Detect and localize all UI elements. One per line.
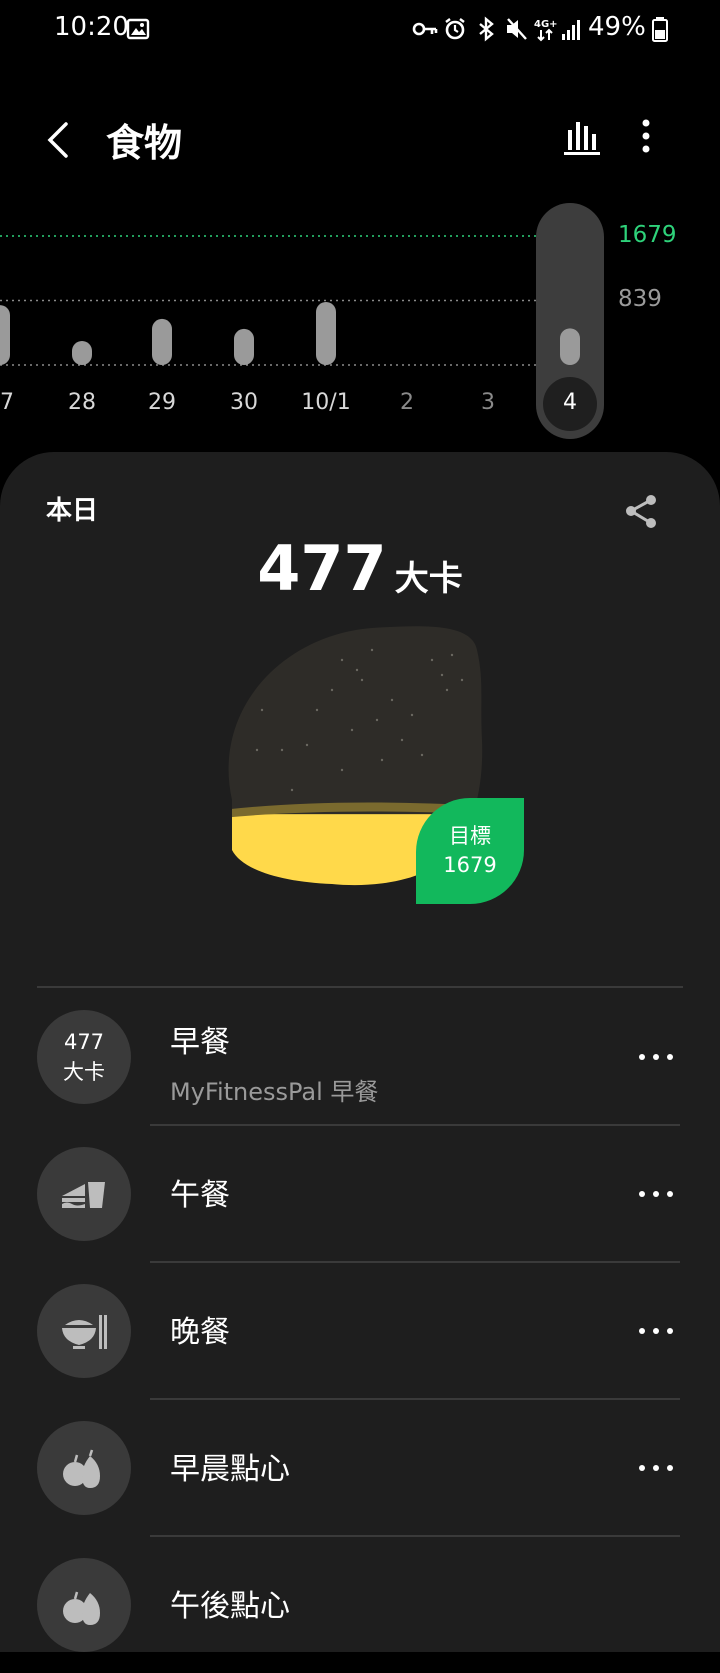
svg-text:4G+: 4G+ xyxy=(534,19,557,30)
meal-row-afternoon-snack[interactable]: 午後點心 xyxy=(0,1537,720,1673)
meal-name: 晚餐 xyxy=(170,1315,230,1350)
meal-calorie-value: 477 xyxy=(63,1030,105,1054)
back-button[interactable] xyxy=(36,106,84,170)
image-icon xyxy=(126,18,150,40)
more-horizontal-icon[interactable] xyxy=(636,1182,676,1206)
chart-x-label[interactable]: 30 xyxy=(209,390,279,415)
chart-bar xyxy=(0,305,10,365)
battery-percentage: 49% xyxy=(588,12,646,42)
meal-name: 午後點心 xyxy=(170,1589,290,1624)
meal-row-breakfast[interactable]: 477 大卡 早餐 MyFitnessPal 早餐 xyxy=(0,989,720,1126)
vpn-key-icon xyxy=(412,22,438,36)
meal-name: 午餐 xyxy=(170,1178,230,1213)
meal-name: 早晨點心 xyxy=(170,1452,290,1487)
goal-badge-value: 1679 xyxy=(443,853,497,877)
goal-line-label: 1679 xyxy=(618,222,677,248)
meal-row-dinner[interactable]: 晚餐 xyxy=(0,1263,720,1400)
chart-x-label[interactable]: 2 xyxy=(372,390,442,415)
more-options-button[interactable] xyxy=(630,112,662,160)
sandwich-icon xyxy=(62,1182,105,1208)
chart-view-button[interactable] xyxy=(560,114,604,158)
goal-badge-label: 目標 xyxy=(449,824,491,848)
chart-x-label[interactable]: 4 xyxy=(535,390,605,415)
meal-source: MyFitnessPal 早餐 xyxy=(170,1078,379,1106)
goal-badge: 目標 1679 xyxy=(416,798,524,904)
chart-x-label[interactable]: 10/1 xyxy=(291,390,361,415)
total-calories-value: 477 xyxy=(257,532,387,605)
meal-name: 早餐 xyxy=(170,1025,230,1060)
meal-calorie-unit: 大卡 xyxy=(63,1060,105,1084)
battery-icon xyxy=(652,17,668,42)
more-horizontal-icon[interactable] xyxy=(636,1456,676,1480)
fruit-icon xyxy=(63,1591,100,1625)
meal-calorie-badge: 477 大卡 xyxy=(37,1010,131,1104)
calorie-history-chart[interactable] xyxy=(0,196,720,454)
rice-bowl-icon xyxy=(62,1315,107,1349)
meal-icon-badge xyxy=(37,1284,131,1378)
share-icon xyxy=(626,495,656,528)
more-horizontal-icon[interactable] xyxy=(636,1319,676,1343)
total-calories-unit: 大卡 xyxy=(394,559,463,599)
more-horizontal-icon[interactable] xyxy=(636,1045,676,1069)
chart-x-label[interactable]: 29 xyxy=(127,390,197,415)
date-label: 本日 xyxy=(46,496,99,526)
mute-icon xyxy=(507,18,527,40)
chart-x-label[interactable]: 3 xyxy=(453,390,523,415)
total-calories: 477 大卡 xyxy=(0,532,720,605)
status-bar: 10:20 4G+ 49% xyxy=(0,0,720,60)
bluetooth-icon xyxy=(479,16,494,42)
chart-bar xyxy=(560,328,580,365)
kebab-menu-icon xyxy=(642,119,650,153)
chart-bar xyxy=(234,328,254,365)
half-goal-line-label: 839 xyxy=(618,286,662,312)
fruit-icon xyxy=(63,1449,100,1488)
chart-canvas xyxy=(0,203,604,439)
chart-bar xyxy=(316,301,336,365)
chart-x-label[interactable]: 28 xyxy=(47,390,117,415)
divider xyxy=(37,986,683,988)
4g-data-icon: 4G+ xyxy=(534,19,557,42)
status-time: 10:20 xyxy=(54,12,129,42)
meal-icon-badge xyxy=(37,1147,131,1241)
meal-icon-badge xyxy=(37,1558,131,1652)
chevron-left-icon xyxy=(47,122,68,158)
chart-x-label[interactable]: 27 xyxy=(0,390,35,415)
meal-row-morning-snack[interactable]: 早晨點心 xyxy=(0,1400,720,1537)
alarm-icon xyxy=(445,18,465,40)
share-button[interactable] xyxy=(620,490,664,534)
chart-bar xyxy=(152,318,172,365)
bar-chart-icon xyxy=(564,122,600,155)
chart-bar xyxy=(72,341,92,365)
meal-row-lunch[interactable]: 午餐 xyxy=(0,1126,720,1263)
page-title: 食物 xyxy=(106,121,183,165)
meal-icon-badge xyxy=(37,1421,131,1515)
signal-icon xyxy=(562,20,580,40)
